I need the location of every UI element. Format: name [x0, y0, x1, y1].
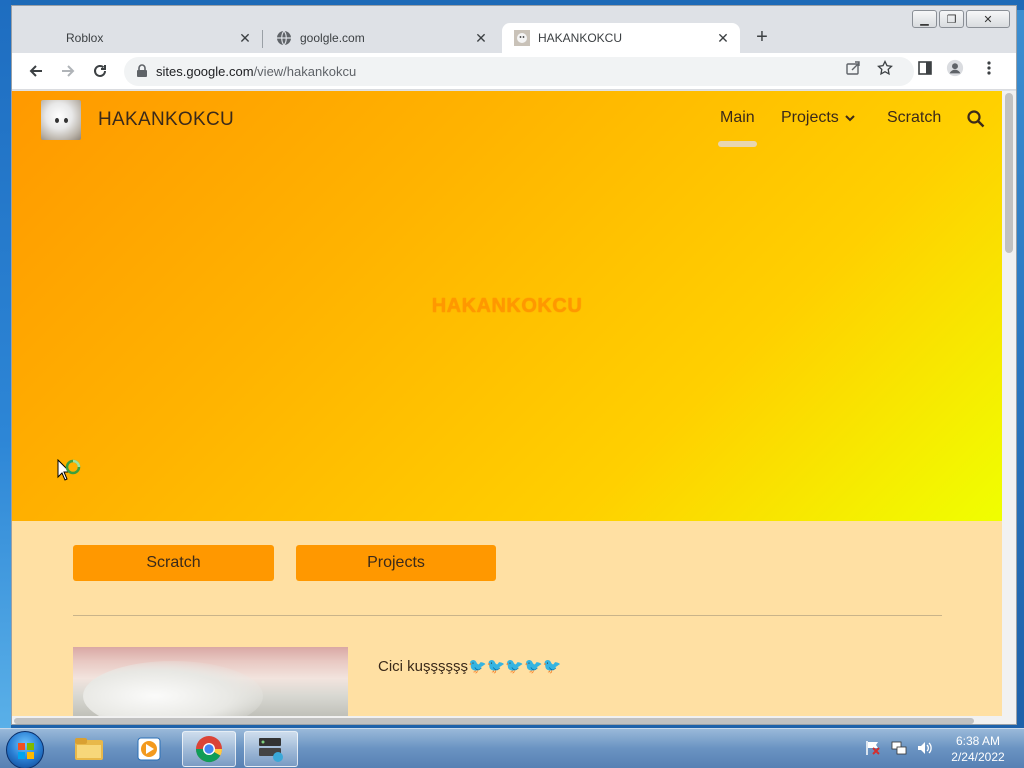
tab-separator: [262, 30, 263, 48]
tab-hakankokcu[interactable]: HAKANKOKCU ✕: [502, 23, 740, 53]
browser-toolbar: sites.google.com/view/hakankokcu: [12, 53, 1016, 90]
avatar-icon: [946, 59, 964, 77]
chevron-down-icon: [845, 115, 855, 122]
clock-time: 6:38 AM: [955, 734, 1001, 748]
chrome-icon: [195, 736, 223, 763]
projects-button[interactable]: Projects: [296, 545, 496, 581]
menu-button[interactable]: [980, 59, 998, 77]
logo-eye: [64, 118, 68, 123]
close-tab-icon[interactable]: ✕: [472, 29, 490, 47]
vertical-scrollbar[interactable]: [1002, 91, 1016, 716]
system-tray: [864, 739, 934, 757]
taskbar-clock[interactable]: 6:38 AM 2/24/2022: [944, 733, 1012, 765]
close-tab-icon[interactable]: ✕: [236, 29, 254, 47]
close-window-button[interactable]: ✕: [966, 10, 1010, 28]
share-icon: [846, 61, 860, 75]
windows-logo-icon: [18, 743, 34, 759]
scratch-button[interactable]: Scratch: [73, 545, 274, 581]
globe-icon: [277, 30, 291, 46]
side-panel-icon: [918, 61, 932, 75]
site-title[interactable]: HAKANKOKCU: [98, 109, 234, 131]
arrow-right-icon: [62, 65, 75, 77]
close-tab-icon[interactable]: ✕: [714, 29, 732, 47]
horizontal-scrollbar-thumb[interactable]: [14, 718, 974, 724]
star-icon: [877, 60, 893, 76]
arrow-left-icon: [29, 65, 42, 77]
tab-title: HAKANKOKCU: [538, 31, 623, 45]
search-icon[interactable]: [966, 109, 986, 129]
clock-date: 2/24/2022: [951, 750, 1005, 764]
url-path: /view/hakankokcu: [253, 64, 357, 79]
desktop-left-edge: [0, 0, 11, 730]
site-favicon-icon: [514, 30, 530, 46]
forward-button[interactable]: [56, 59, 80, 83]
nav-main[interactable]: Main: [718, 109, 757, 147]
volume-icon[interactable]: [916, 739, 934, 757]
lock-icon: [137, 64, 147, 77]
nav-projects[interactable]: Projects: [781, 109, 857, 127]
taskbar-file-explorer[interactable]: [62, 731, 116, 767]
section-divider: [73, 615, 942, 616]
scrollbar-thumb[interactable]: [1005, 93, 1013, 253]
horizontal-scrollbar[interactable]: [12, 716, 1016, 724]
tab-title: Roblox: [66, 31, 104, 45]
taskbar-chrome[interactable]: [182, 731, 236, 767]
media-player-icon: [137, 737, 161, 761]
nav-projects-label: Projects: [781, 109, 839, 126]
back-button[interactable]: [24, 59, 48, 83]
start-button[interactable]: [6, 731, 44, 768]
site-logo[interactable]: [41, 100, 81, 140]
url-text: sites.google.com/view/hakankokcu: [156, 64, 356, 79]
busy-cursor-icon: [57, 459, 81, 481]
network-app-icon: [259, 738, 283, 762]
new-tab-button[interactable]: +: [750, 26, 774, 50]
photo-bird-fluff: [83, 661, 263, 716]
reload-icon: [94, 64, 106, 77]
title-bar: Roblox ✕ goolgle.com ✕ HAKANKOKCU ✕ + ▁ …: [12, 6, 1016, 53]
taskbar: 6:38 AM 2/24/2022: [0, 728, 1024, 768]
window-controls: ▁ ❐ ✕: [912, 10, 1010, 28]
bookmark-button[interactable]: [876, 59, 894, 77]
network-icon[interactable]: [890, 739, 908, 757]
tab-title: goolgle.com: [300, 31, 365, 45]
logo-eye: [55, 118, 59, 123]
tab-roblox[interactable]: Roblox ✕: [32, 23, 262, 53]
profile-button[interactable]: [946, 59, 964, 77]
folder-icon: [75, 738, 103, 760]
restore-button[interactable]: ❐: [939, 10, 964, 28]
photo-caption: Cici kuşşşşşş🐦🐦🐦🐦🐦: [378, 658, 562, 675]
url-host: sites.google.com: [156, 64, 254, 79]
share-button[interactable]: [844, 59, 862, 77]
page-viewport: HAKANKOKCU Main Projects Scratch HAKANKO…: [12, 91, 1002, 716]
side-panel-button[interactable]: [916, 59, 934, 77]
taskbar-network-app[interactable]: [244, 731, 298, 767]
hero-heading: HAKANKOKCU: [431, 295, 583, 317]
taskbar-media-player[interactable]: [122, 731, 176, 767]
minimize-button[interactable]: ▁: [912, 10, 937, 28]
action-center-flag-icon[interactable]: [864, 739, 882, 757]
browser-window: Roblox ✕ goolgle.com ✕ HAKANKOKCU ✕ + ▁ …: [11, 5, 1017, 725]
address-bar[interactable]: sites.google.com/view/hakankokcu: [124, 57, 914, 86]
reload-button[interactable]: [88, 59, 112, 83]
nav-scratch[interactable]: Scratch: [887, 109, 941, 127]
hero-banner: HAKANKOKCU Main Projects Scratch HAKANKO…: [12, 91, 1002, 521]
tab-goolgle[interactable]: goolgle.com ✕: [264, 23, 498, 53]
bird-photo: [73, 647, 348, 716]
kebab-menu-icon: [987, 61, 991, 75]
